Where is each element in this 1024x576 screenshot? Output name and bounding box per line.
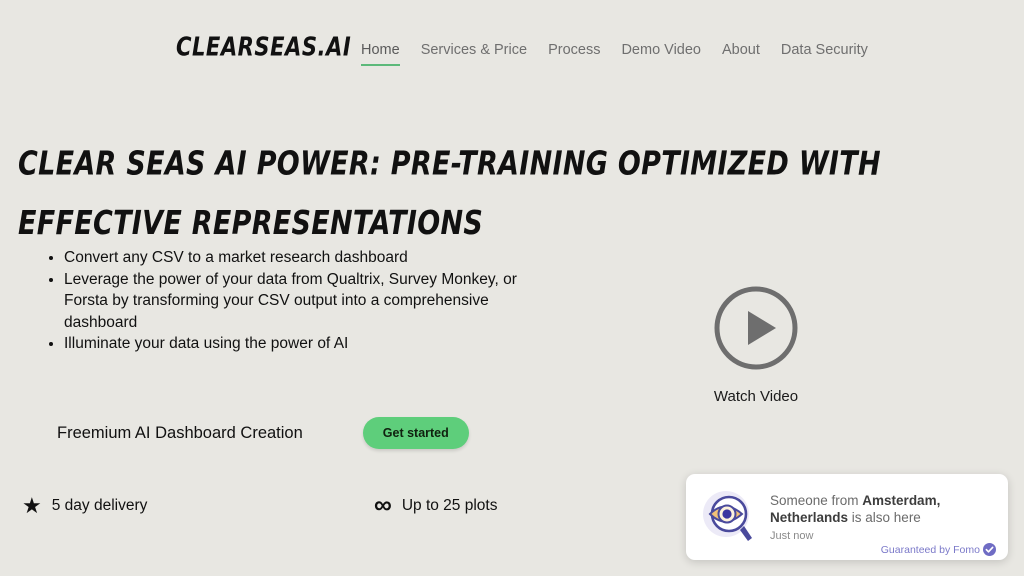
list-item: Illuminate your data using the power of … [64,333,544,355]
fomo-notification-toast[interactable]: Someone from Amsterdam, Netherlands is a… [686,474,1008,560]
star-icon: ★ [22,492,42,518]
page-title: CLEAR SEAS AI POWER: PRE-TRAINING OPTIMI… [18,144,881,243]
nav-item-services-price[interactable]: Services & Price [421,41,527,66]
play-circle-icon [714,286,798,370]
list-item: Leverage the power of your data from Qua… [64,269,544,334]
nav-item-process[interactable]: Process [548,41,600,66]
magnifying-eye-icon [703,491,752,541]
nav-item-demo-video[interactable]: Demo Video [621,41,701,66]
perk-plots-label: Up to 25 plots [401,496,498,514]
site-header: CLEARSEAS.AI Home Services & Price Proce… [0,0,1024,96]
fomo-icon-wrap [698,486,760,548]
fomo-timestamp: Just now [770,530,814,542]
watch-video-button[interactable]: Watch Video [686,284,826,405]
get-started-button[interactable]: Get started [362,417,469,449]
perk-delivery-label: 5 day delivery [51,496,148,514]
perks-row: ★ 5 day delivery ∞ Up to 25 plots [22,493,642,518]
perk-delivery: ★ 5 day delivery [22,492,374,518]
main-nav: Home Services & Price Process Demo Video… [361,41,868,66]
feature-list: Convert any CSV to a market research das… [44,247,544,355]
fomo-credit-label: Guaranteed by Fomo [880,543,980,556]
offer-row: Freemium AI Dashboard Creation Get start… [57,417,657,449]
fomo-credit[interactable]: Guaranteed by Fomo [881,543,996,556]
nav-item-data-security[interactable]: Data Security [781,41,868,66]
list-item: Convert any CSV to a market research das… [64,247,544,269]
fomo-message-suffix: is also here [848,510,921,525]
nav-item-home[interactable]: Home [361,41,400,66]
offer-title: Freemium AI Dashboard Creation [57,423,303,442]
fomo-message: Someone from Amsterdam, Netherlands is a… [770,492,970,526]
perk-plots: ∞ Up to 25 plots [374,493,497,518]
fomo-body: Someone from Amsterdam, Netherlands is a… [760,474,996,560]
fomo-message-prefix: Someone from [770,493,863,508]
nav-item-about[interactable]: About [722,41,760,66]
infinity-icon: ∞ [374,491,392,519]
brand-logo[interactable]: CLEARSEAS.AI [176,33,351,63]
watch-video-label: Watch Video [713,388,799,405]
verified-check-icon [983,543,996,556]
